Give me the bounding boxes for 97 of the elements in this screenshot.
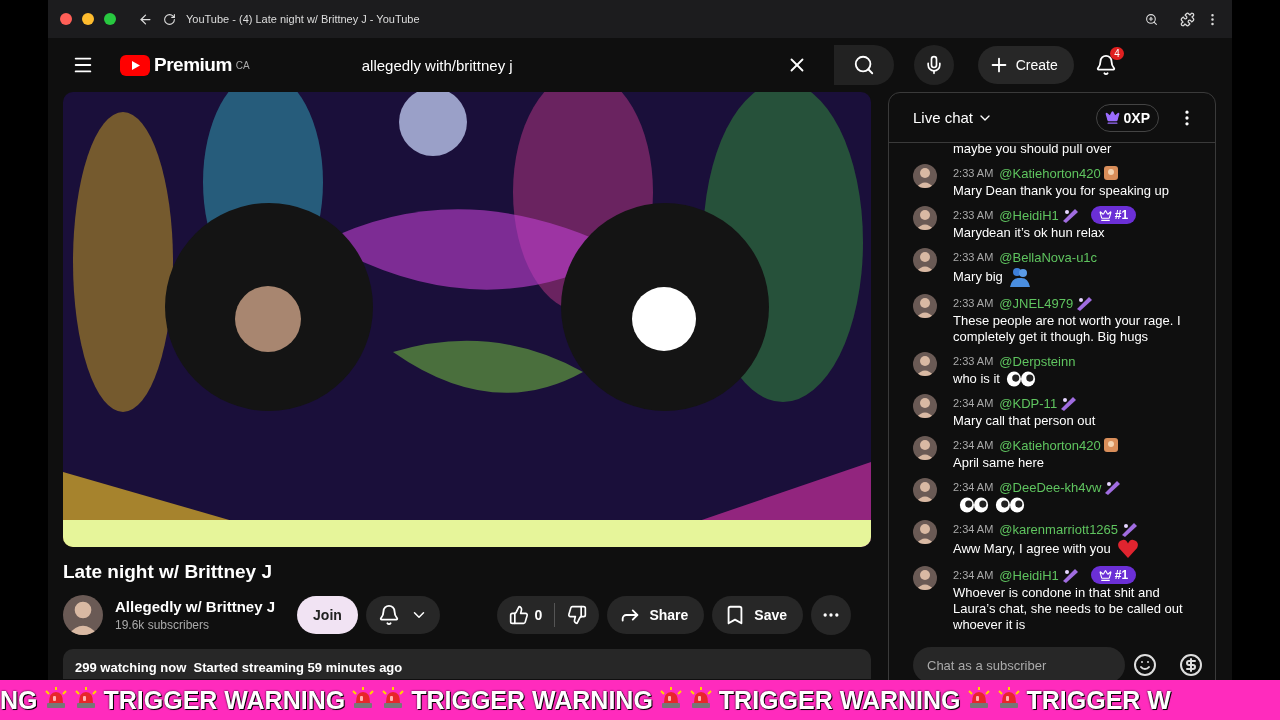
sticker-icon <box>1075 295 1094 311</box>
create-button[interactable]: Create <box>977 46 1074 84</box>
message-time: 2:33 AM <box>953 355 994 367</box>
user-avatar <box>913 436 937 460</box>
back-icon[interactable] <box>138 11 153 27</box>
crown-icon <box>1098 208 1112 222</box>
region-label: CA <box>235 60 250 71</box>
share-button[interactable]: Share <box>607 596 705 634</box>
play-logo-icon[interactable] <box>120 54 150 76</box>
extensions-icon[interactable] <box>1180 11 1195 27</box>
message-time: 2:33 AM <box>953 209 994 221</box>
crown-icon <box>1098 568 1112 582</box>
notifications-button[interactable] <box>365 596 440 634</box>
stream-info: 299 watching now Started streaming 59 minutes ago <box>75 660 403 675</box>
chat-message-text: Mary big <box>953 269 1003 285</box>
eyes-icon <box>995 497 1025 513</box>
warning-text: TRIGGER WARNING <box>103 685 346 715</box>
more-button[interactable] <box>811 595 851 635</box>
sticker-icon <box>1103 479 1122 495</box>
user-avatar <box>913 352 937 376</box>
people-hugging-icon <box>1008 267 1031 287</box>
user-avatar <box>913 248 937 272</box>
chat-message-text: Mary call that person out <box>953 413 1096 429</box>
warning-text: TRIGGER WARNING <box>718 685 961 715</box>
user-avatar <box>913 394 937 418</box>
author-name[interactable]: @HeidiH1 <box>999 567 1059 583</box>
sticker-icon <box>1120 521 1139 537</box>
message-time: 2:34 AM <box>953 523 994 535</box>
super-chat-icon[interactable] <box>1179 653 1203 677</box>
sticker-icon <box>1102 165 1119 181</box>
author-name[interactable]: @JNEL4979 <box>999 295 1074 311</box>
message-time: 2:34 AM <box>953 439 994 451</box>
eyes-icon <box>1005 371 1036 387</box>
channel-avatar <box>63 595 103 635</box>
author-name[interactable]: @BellaNova-u1c <box>999 249 1098 265</box>
sticker-icon <box>1102 437 1119 453</box>
channel-name[interactable]: Allegedly w/ Brittney J <box>115 598 276 615</box>
chat-message-text: Mary Dean thank you for speaking up <box>953 183 1170 199</box>
chat-message-text: who is it <box>953 371 1000 387</box>
live-chat-menu[interactable]: Live chat <box>913 109 994 126</box>
user-avatar <box>913 206 937 230</box>
user-avatar <box>913 164 937 188</box>
reload-icon[interactable] <box>163 12 176 26</box>
message-time: 2:33 AM <box>953 251 994 263</box>
message-time: 2:34 AM <box>953 397 994 409</box>
message-time: 2:33 AM <box>953 167 994 179</box>
chat-message-text: These people are not worth your rage. I completely get it though. Big hugs <box>953 313 1182 345</box>
description-panel[interactable]: 299 watching now Started streaming 59 minutes ago <box>63 649 871 679</box>
thumbs-down-icon[interactable] <box>567 605 588 625</box>
video-title: Late night w/ Brittney J <box>63 561 274 583</box>
maximize-window-button[interactable] <box>104 13 116 25</box>
rank-badge: #1 <box>1090 566 1137 584</box>
message-time: 2:33 AM <box>953 297 994 309</box>
chat-input[interactable]: Chat as a subscriber <box>913 647 1125 683</box>
thumbs-up-icon[interactable] <box>508 605 529 625</box>
logo-text[interactable]: Premium <box>154 54 232 76</box>
warning-text: TRIGGER W <box>1026 685 1171 715</box>
search-field[interactable]: allegedly with/brittney j <box>359 55 786 75</box>
search-button[interactable] <box>833 45 894 85</box>
rank-badge: #1 <box>1090 206 1137 224</box>
search-icon[interactable] <box>852 54 875 76</box>
crown-icon <box>1104 110 1120 125</box>
chat-message-text: Aww Mary, I agree with you <box>953 541 1111 557</box>
author-name[interactable]: @KDP-11 <box>999 395 1058 411</box>
notifications-button[interactable]: 4 <box>1085 45 1126 85</box>
author-name[interactable]: @DeeDee-kh4vw <box>999 479 1102 495</box>
join-button[interactable]: Join <box>297 596 358 634</box>
save-button[interactable]: Save <box>712 596 803 634</box>
author-name[interactable]: @karenmarriott1265 <box>999 521 1119 537</box>
user-avatar <box>913 520 937 544</box>
eyes-icon <box>959 497 989 513</box>
user-avatar <box>913 566 937 590</box>
heart-icon <box>1116 539 1139 559</box>
subscriber-count: 19.6k subscribers <box>115 618 211 632</box>
chat-message-text: Marydean it’s ok hun relax <box>953 225 1105 241</box>
zoom-icon[interactable] <box>1145 12 1158 26</box>
chat-message-text: Whoever is condone in that shit and Laura’s chat, she needs to be called out whoever it is <box>953 585 1184 633</box>
chat-message-text: maybe you should pull over <box>953 143 1112 157</box>
warning-text: TRIGGER WARNING <box>411 685 653 715</box>
author-name[interactable]: @Katiehorton420 <box>999 437 1101 453</box>
microphone-button[interactable] <box>913 45 954 85</box>
bell-icon[interactable] <box>377 604 400 626</box>
message-time: 2:34 AM <box>953 569 994 581</box>
author-name[interactable]: @HeidiH1 <box>999 207 1059 223</box>
minimize-window-button[interactable] <box>82 13 94 25</box>
warning-text: NG <box>0 685 38 715</box>
user-avatar <box>913 294 937 318</box>
user-avatar <box>913 478 937 502</box>
author-name[interactable]: @Derpsteinn <box>999 353 1076 369</box>
tab-title: YouTube - (4) Late night w/ Brittney J - YouTube <box>186 13 420 25</box>
notification-count: 4 <box>1110 47 1124 60</box>
emoji-icon[interactable] <box>1133 653 1157 677</box>
sticker-icon <box>1059 395 1078 411</box>
author-name[interactable]: @Katiehorton420 <box>999 165 1101 181</box>
close-window-button[interactable] <box>60 13 72 25</box>
message-time: 2:34 AM <box>953 481 994 493</box>
chat-message-text: April same here <box>953 455 1045 471</box>
